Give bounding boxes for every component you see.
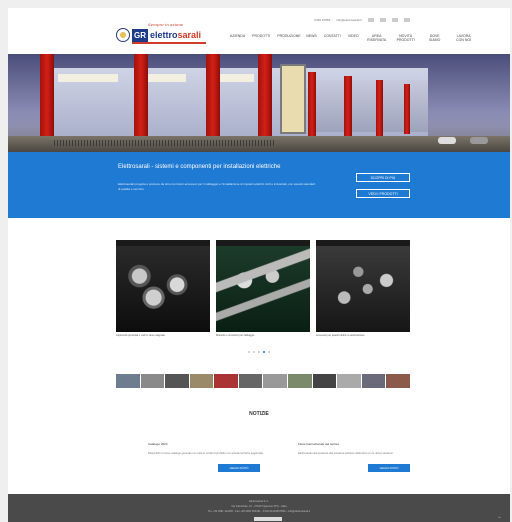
nav-item-dove-siamo[interactable]: Dove siamo	[424, 34, 446, 42]
red-pillar	[404, 84, 410, 134]
footer-company: Elettrosarali S.r.l.	[249, 500, 269, 503]
red-pillar	[40, 54, 54, 142]
red-pillar	[376, 80, 383, 136]
carousel-dots	[248, 351, 270, 353]
news-heading[interactable]: Catalogo 2024	[148, 442, 268, 446]
logo-wordmark: GR elettro sarali	[132, 28, 201, 42]
news-excerpt: Elettrosarali sarà presente alla prossim…	[298, 452, 394, 455]
nav-item-azienda[interactable]: Azienda	[230, 34, 245, 38]
product-image	[216, 240, 310, 332]
lang-fr-flag-icon[interactable]	[392, 18, 398, 22]
parked-car	[438, 137, 456, 144]
red-pillar	[258, 54, 272, 142]
product-caption: Morsetti e connettori per cablaggio	[216, 334, 255, 337]
footer-contacts: Tel. +39 0381 123456 - Fax +39 0381 6543…	[207, 510, 311, 513]
red-pillar	[206, 54, 220, 142]
phone-link[interactable]: 0383 87882	[314, 18, 330, 22]
red-pillar	[344, 76, 352, 138]
scroll-top-icon[interactable]: ⌃	[497, 516, 502, 522]
email-link[interactable]: info@elettrosarali.it	[336, 18, 362, 22]
hero-fence	[54, 140, 274, 146]
nav-item-novita[interactable]: Novità prodotti	[395, 34, 417, 42]
product-caption: Accessori per quadri elettrici e automaz…	[316, 334, 365, 337]
building-window	[58, 74, 118, 82]
read-more-button[interactable]: LEGGI DI PIÙ	[218, 464, 260, 472]
discover-button[interactable]: SCOPRI DI PIÙ	[356, 173, 410, 182]
carousel-dot[interactable]	[268, 351, 270, 353]
news-heading[interactable]: Fiera internazionale del settore	[298, 442, 418, 446]
page: Sempre in azione GR elettro sarali 0383 …	[8, 8, 510, 522]
top-links: 0383 87882 info@elettrosarali.it	[314, 18, 410, 22]
thumbnail[interactable]	[263, 374, 288, 388]
hero-entrance	[280, 64, 306, 134]
lang-it-flag-icon[interactable]	[368, 18, 374, 22]
thumbnail-strip	[116, 374, 410, 388]
intro-description: Elettrosarali progetta e produce da oltr…	[118, 182, 316, 191]
thumbnail[interactable]	[116, 374, 140, 388]
news-excerpt: Disponibile il nuovo catalogo generale c…	[148, 452, 264, 455]
building-window	[214, 74, 254, 82]
news-item: Catalogo 2024 Disponibile il nuovo catal…	[148, 442, 268, 472]
product-card[interactable]: Morsetti e connettori per cablaggio	[216, 240, 310, 337]
site-footer: Elettrosarali S.r.l. Via Industriale, 12…	[8, 494, 510, 522]
logo-part-a: GR	[132, 28, 148, 42]
intro-title: Elettrosarali - sistemi e componenti per…	[118, 164, 281, 170]
thumbnail[interactable]	[189, 374, 214, 388]
nav-item-produzione[interactable]: Produzione	[277, 34, 300, 38]
lang-en-flag-icon[interactable]	[380, 18, 386, 22]
hero-image	[8, 54, 510, 152]
footer-address: Via Industriale, 12 - 27029 Vigevano (PV…	[231, 505, 287, 508]
parked-car	[470, 137, 488, 144]
footer-badge[interactable]	[254, 517, 282, 521]
news-section-title: NOTIZIE	[249, 411, 269, 417]
hero-building-wing	[308, 80, 428, 132]
main-nav: Azienda Prodotti Produzione News Contatt…	[230, 34, 475, 42]
site-logo[interactable]: Sempre in azione GR elettro sarali	[116, 22, 208, 46]
product-card[interactable]: Capicorda preisolati e nudi in rame stag…	[116, 240, 210, 337]
nav-item-contatti[interactable]: Contatti	[324, 34, 341, 38]
thumbnail[interactable]	[140, 374, 165, 388]
product-caption: Capicorda preisolati e nudi in rame stag…	[116, 334, 165, 337]
thumbnail[interactable]	[361, 374, 386, 388]
nav-item-area-riservata[interactable]: Area riservata	[366, 34, 388, 42]
logo-part-b: elettro	[150, 30, 178, 40]
red-pillar	[308, 72, 316, 142]
product-carousel: Capicorda preisolati e nudi in rame stag…	[116, 240, 410, 342]
thumbnail[interactable]	[386, 374, 410, 388]
carousel-dot[interactable]	[253, 351, 255, 353]
thumbnail[interactable]	[214, 374, 238, 388]
thumbnail[interactable]	[238, 374, 263, 388]
intro-band: Elettrosarali - sistemi e componenti per…	[8, 152, 510, 218]
thumbnail[interactable]	[312, 374, 337, 388]
thumbnail[interactable]	[337, 374, 361, 388]
product-card[interactable]: Accessori per quadri elettrici e automaz…	[316, 240, 410, 337]
nav-item-prodotti[interactable]: Prodotti	[252, 34, 270, 38]
nav-item-video[interactable]: Video	[348, 34, 359, 38]
logo-slogan: Sempre in azione	[148, 22, 184, 27]
logo-emblem-icon	[116, 28, 130, 42]
red-pillar	[134, 54, 148, 142]
thumbnail[interactable]	[165, 374, 189, 388]
carousel-dot[interactable]	[258, 351, 260, 353]
building-window	[146, 74, 186, 82]
read-more-button[interactable]: LEGGI DI PIÙ	[368, 464, 410, 472]
site-header: Sempre in azione GR elettro sarali 0383 …	[8, 8, 510, 54]
carousel-dot-active[interactable]	[263, 351, 265, 353]
nav-item-news[interactable]: News	[306, 34, 317, 38]
nav-item-lavora[interactable]: Lavora con noi	[453, 34, 475, 42]
product-image	[316, 240, 410, 332]
thumbnail[interactable]	[288, 374, 312, 388]
logo-part-c: sarali	[177, 30, 202, 40]
product-image	[116, 240, 210, 332]
carousel-dot[interactable]	[248, 351, 250, 353]
news-item: Fiera internazionale del settore Elettro…	[298, 442, 418, 472]
lang-de-flag-icon[interactable]	[404, 18, 410, 22]
logo-underline	[132, 42, 206, 44]
view-products-button[interactable]: VEDI I PRODOTTI	[356, 189, 410, 198]
